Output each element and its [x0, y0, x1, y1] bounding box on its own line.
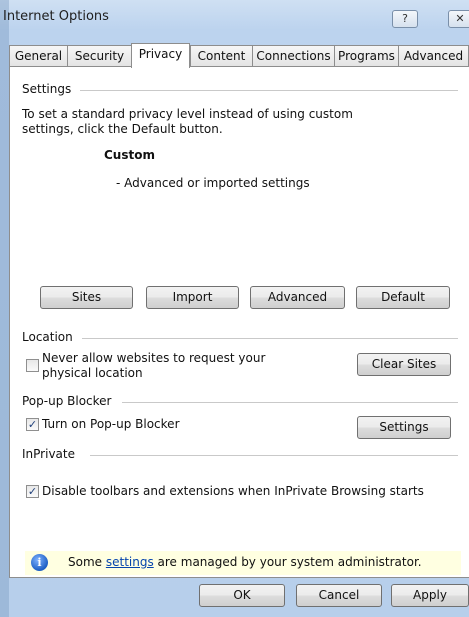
tab-advanced[interactable]: Advanced [398, 45, 469, 67]
settings-heading: Settings [22, 82, 72, 96]
location-checkbox-label-line1: Never allow websites to request your [42, 351, 266, 365]
popup-blocker-divider [122, 402, 458, 403]
close-icon: ✕ [455, 12, 465, 25]
advanced-button[interactable]: Advanced [250, 286, 345, 309]
admin-settings-link[interactable]: settings [106, 555, 154, 569]
admin-info-suffix: are managed by your system administrator… [153, 555, 422, 569]
settings-divider [80, 90, 458, 91]
location-divider [82, 338, 458, 339]
popup-settings-button[interactable]: Settings [357, 416, 451, 439]
titlebar[interactable]: Internet Options ? ✕ [0, 0, 469, 34]
sites-button[interactable]: Sites [40, 286, 133, 309]
location-heading: Location [22, 330, 73, 344]
popup-blocker-heading: Pop-up Blocker [22, 394, 112, 408]
inprivate-heading: InPrivate [22, 447, 75, 461]
settings-description-line2: settings, click the Default button. [22, 122, 223, 136]
inprivate-checkbox-label: Disable toolbars and extensions when InP… [42, 484, 424, 498]
tab-general[interactable]: General [9, 45, 68, 67]
cancel-button[interactable]: Cancel [296, 584, 382, 607]
admin-info-bar: i Some settings are managed by your syst… [25, 551, 461, 575]
internet-options-window: Internet Options ? ✕ General Security Pr… [0, 0, 469, 617]
tab-privacy[interactable]: Privacy [131, 43, 190, 68]
location-checkbox-label-line2: physical location [42, 366, 143, 380]
clear-sites-button[interactable]: Clear Sites [357, 353, 451, 376]
tab-programs[interactable]: Programs [334, 45, 399, 67]
apply-button[interactable]: Apply [391, 584, 469, 607]
location-checkbox[interactable] [26, 359, 39, 372]
inprivate-checkbox[interactable]: ✓ [26, 485, 39, 498]
tab-strip: General Security Privacy Content Connect… [9, 43, 469, 68]
close-button[interactable]: ✕ [448, 10, 469, 28]
admin-info-prefix: Some [68, 555, 106, 569]
tab-security[interactable]: Security [67, 45, 132, 67]
window-left-border [0, 0, 9, 617]
tab-content[interactable]: Content [190, 45, 253, 67]
import-button[interactable]: Import [146, 286, 239, 309]
privacy-level-title: Custom [104, 148, 155, 162]
settings-description-line1: To set a standard privacy level instead … [22, 107, 353, 121]
help-button[interactable]: ? [392, 10, 418, 28]
inprivate-divider [90, 455, 458, 456]
ok-button[interactable]: OK [199, 584, 285, 607]
popup-blocker-checkbox-label: Turn on Pop-up Blocker [42, 417, 180, 431]
privacy-level-description: - Advanced or imported settings [116, 176, 310, 190]
default-button[interactable]: Default [356, 286, 450, 309]
privacy-panel: Settings To set a standard privacy level… [9, 66, 469, 578]
tab-connections[interactable]: Connections [252, 45, 335, 67]
help-icon: ? [402, 12, 408, 25]
popup-blocker-checkbox[interactable]: ✓ [26, 418, 39, 431]
admin-info-text: Some settings are managed by your system… [68, 555, 422, 569]
info-icon: i [31, 554, 48, 571]
window-title: Internet Options [3, 9, 109, 24]
